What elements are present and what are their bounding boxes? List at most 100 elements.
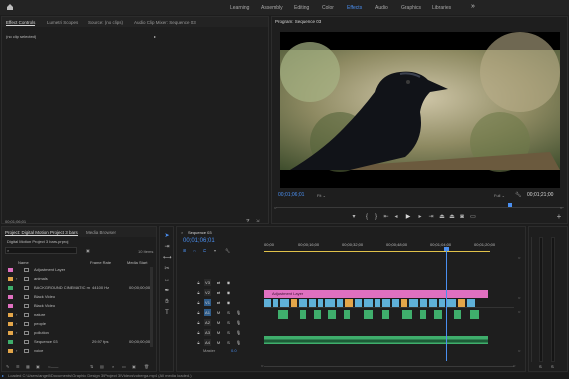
timeline-settings-icon[interactable]: 🔧︎ bbox=[225, 248, 230, 253]
tab-source[interactable]: Source: (no clips) bbox=[88, 20, 123, 25]
audio-clip[interactable] bbox=[278, 310, 288, 319]
audio-clip[interactable] bbox=[344, 310, 350, 319]
tab-audio-clip-mixer[interactable]: Audio Clip Mixer: Sequence 03 bbox=[134, 20, 196, 25]
track-target-button[interactable]: A3 bbox=[204, 329, 211, 336]
video-clip[interactable] bbox=[458, 299, 465, 307]
column-name[interactable]: Name bbox=[18, 260, 29, 265]
camera-icon[interactable]: ◙ bbox=[458, 213, 466, 221]
go-to-out-icon[interactable]: ⇥ bbox=[427, 213, 435, 221]
project-item[interactable]: › people bbox=[4, 321, 154, 328]
program-timecode[interactable]: 00;01;06;01 bbox=[278, 192, 304, 198]
freeform-view-icon[interactable]: ▣ bbox=[36, 364, 40, 369]
zoom-slider[interactable]: ○—— bbox=[48, 364, 58, 369]
project-item[interactable]: › pollution bbox=[4, 330, 154, 337]
timeline-vscroll-mid2[interactable]: ○ bbox=[518, 309, 520, 314]
list-view-icon[interactable]: ☰ bbox=[16, 364, 20, 369]
expand-icon[interactable]: › bbox=[16, 330, 17, 335]
timeline-close-icon[interactable]: × bbox=[181, 230, 183, 235]
workspace-learning[interactable]: Learning bbox=[230, 5, 249, 11]
slip-tool-icon[interactable]: ↔ bbox=[163, 276, 171, 284]
razor-tool-icon[interactable]: ✂ bbox=[163, 265, 171, 273]
microphone-icon[interactable]: 🎙︎ bbox=[235, 329, 242, 336]
microphone-icon[interactable]: 🎙︎ bbox=[235, 339, 242, 346]
tab-project[interactable]: Project: Digital Motion Project 3 bars bbox=[5, 230, 78, 236]
expand-icon[interactable]: › bbox=[16, 312, 17, 317]
solo-button[interactable]: S bbox=[225, 329, 232, 336]
program-playhead[interactable] bbox=[508, 203, 512, 207]
microphone-icon[interactable]: 🎙︎ bbox=[235, 309, 242, 316]
eye-icon[interactable]: ◉ bbox=[225, 289, 232, 296]
icon-view-icon[interactable]: ▦ bbox=[26, 364, 30, 369]
track-target-button[interactable]: A1 bbox=[204, 309, 211, 316]
export-icon[interactable]: ⇲ bbox=[256, 218, 259, 223]
video-clip[interactable] bbox=[345, 299, 353, 307]
track-target-button[interactable]: V2 bbox=[204, 289, 211, 296]
extract-icon[interactable]: ⏏ bbox=[448, 213, 456, 221]
audio-clip[interactable] bbox=[420, 310, 426, 319]
video-clip[interactable] bbox=[355, 299, 362, 307]
lift-icon[interactable]: ⏏ bbox=[438, 213, 446, 221]
timeline-vscroll-top[interactable]: ○ bbox=[518, 255, 520, 260]
eye-icon[interactable]: ◉ bbox=[225, 299, 232, 306]
video-clip[interactable] bbox=[280, 299, 289, 307]
play-icon[interactable]: ▶ bbox=[404, 213, 412, 221]
adjustment-layer-clip[interactable]: Adjustment Layer bbox=[264, 290, 488, 298]
timeline-hscroll-left[interactable]: ○ bbox=[261, 363, 263, 368]
export-frame-icon[interactable]: ▭ bbox=[469, 213, 477, 221]
video-clip[interactable] bbox=[420, 299, 427, 307]
mute-button[interactable]: M bbox=[215, 319, 222, 326]
timeline-vscroll-mid[interactable]: ○ bbox=[518, 295, 520, 300]
eye-icon[interactable]: ◉ bbox=[225, 279, 232, 286]
timeline-hscroll[interactable] bbox=[264, 366, 514, 369]
video-clip[interactable] bbox=[439, 299, 445, 307]
project-item[interactable]: BACKGROUND CINEMATIC m 44100 Hz 00;00;00;0… bbox=[4, 285, 154, 292]
project-item[interactable]: Black Video bbox=[4, 294, 154, 301]
audio-clip[interactable] bbox=[434, 310, 442, 319]
program-video-frame[interactable] bbox=[280, 32, 560, 188]
lock-icon[interactable]: 🔒︎ bbox=[195, 309, 202, 316]
timeline-playhead-handle[interactable] bbox=[444, 247, 449, 251]
delete-icon[interactable]: 🗑︎ bbox=[144, 364, 149, 369]
workspace-libraries[interactable]: Libraries bbox=[432, 5, 451, 11]
quality-dropdown[interactable]: Full ⌄ bbox=[494, 193, 505, 198]
step-forward-icon[interactable]: ▸ bbox=[416, 213, 424, 221]
track-select-icon[interactable]: ⇥ bbox=[163, 243, 171, 251]
mute-button[interactable]: M bbox=[215, 329, 222, 336]
step-back-icon[interactable]: ◂ bbox=[392, 213, 400, 221]
track-target-button[interactable]: A4 bbox=[204, 339, 211, 346]
selection-tool-icon[interactable]: ➤ bbox=[163, 232, 171, 240]
video-clip[interactable] bbox=[467, 299, 475, 307]
program-scrub-bar[interactable] bbox=[276, 207, 564, 210]
work-area-bar[interactable] bbox=[264, 251, 490, 252]
sync-lock-icon[interactable]: ⇄ bbox=[215, 299, 222, 306]
video-clip[interactable] bbox=[375, 299, 380, 307]
fit-dropdown[interactable]: Fit ⌄ bbox=[317, 193, 326, 198]
video-clip[interactable] bbox=[401, 299, 407, 307]
nest-icon[interactable]: ⊞ bbox=[183, 248, 186, 253]
workspace-effects[interactable]: Effects bbox=[347, 5, 362, 11]
microphone-icon[interactable]: 🎙︎ bbox=[235, 319, 242, 326]
video-clip[interactable] bbox=[273, 299, 278, 307]
go-to-in-icon[interactable]: ⇤ bbox=[382, 213, 390, 221]
ripple-edit-icon[interactable]: ⟷ bbox=[163, 254, 172, 262]
lock-icon[interactable]: 🔒︎ bbox=[195, 289, 202, 296]
video-clip[interactable] bbox=[447, 299, 456, 307]
lock-icon[interactable]: 🔒︎ bbox=[195, 339, 202, 346]
timeline-hscroll-right[interactable]: ○ bbox=[513, 363, 515, 368]
video-clip[interactable] bbox=[392, 299, 399, 307]
home-icon[interactable] bbox=[6, 3, 14, 11]
new-bin-bottom-icon[interactable]: ▭ bbox=[122, 364, 126, 369]
audio-clip[interactable] bbox=[300, 310, 306, 319]
music-audio-clip[interactable] bbox=[264, 336, 488, 344]
video-clip[interactable] bbox=[382, 299, 390, 307]
project-item[interactable]: › animals bbox=[4, 276, 154, 283]
solo-button[interactable]: S bbox=[225, 309, 232, 316]
snap-icon[interactable]: ∩ bbox=[193, 248, 196, 253]
tab-media-browser[interactable]: Media Browser bbox=[86, 230, 116, 235]
audio-clip[interactable] bbox=[314, 310, 321, 319]
new-bin-icon[interactable]: ▣ bbox=[86, 248, 90, 253]
timeline-tab[interactable]: Sequence 03 bbox=[188, 230, 212, 235]
solo-right-button[interactable]: S bbox=[551, 364, 554, 369]
expand-icon[interactable]: › bbox=[16, 348, 17, 353]
audio-clip[interactable] bbox=[364, 310, 373, 319]
